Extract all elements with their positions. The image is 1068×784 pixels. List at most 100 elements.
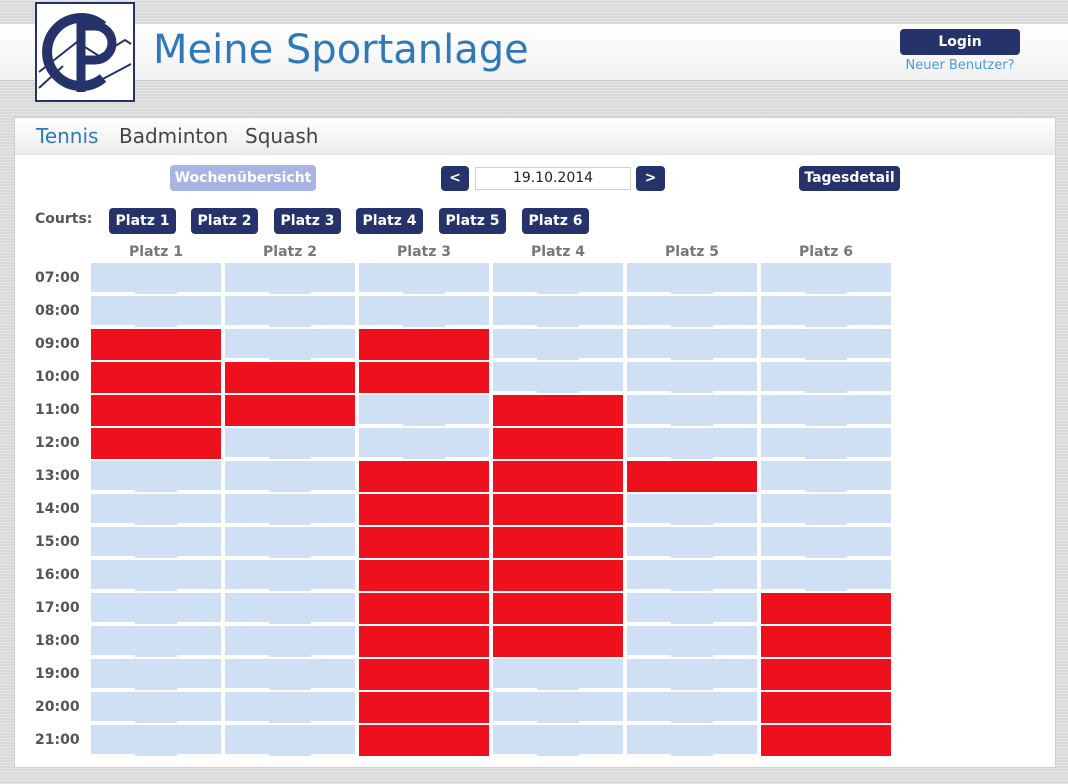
free-slot[interactable] [627, 263, 757, 294]
booked-slot[interactable] [493, 494, 623, 525]
booked-slot[interactable] [225, 395, 355, 426]
booked-slot[interactable] [359, 659, 489, 690]
booked-slot[interactable] [761, 692, 891, 723]
booked-slot[interactable] [761, 626, 891, 657]
free-slot[interactable] [225, 593, 355, 624]
free-slot[interactable] [493, 725, 623, 756]
booked-slot[interactable] [493, 395, 623, 426]
free-slot[interactable] [493, 296, 623, 327]
free-slot[interactable] [225, 527, 355, 558]
free-slot[interactable] [627, 560, 757, 591]
free-slot[interactable] [225, 461, 355, 492]
next-day-button[interactable]: > [636, 166, 665, 191]
free-slot[interactable] [493, 659, 623, 690]
booked-slot[interactable] [359, 692, 489, 723]
booked-slot[interactable] [225, 362, 355, 393]
booked-slot[interactable] [761, 659, 891, 690]
free-slot[interactable] [627, 725, 757, 756]
free-slot[interactable] [91, 296, 221, 327]
free-slot[interactable] [91, 527, 221, 558]
booked-slot[interactable] [91, 395, 221, 426]
free-slot[interactable] [761, 461, 891, 492]
free-slot[interactable] [225, 296, 355, 327]
free-slot[interactable] [91, 461, 221, 492]
booked-slot[interactable] [761, 725, 891, 756]
free-slot[interactable] [761, 428, 891, 459]
free-slot[interactable] [91, 626, 221, 657]
free-slot[interactable] [359, 263, 489, 294]
tab-tennis[interactable]: Tennis [36, 123, 98, 149]
free-slot[interactable] [225, 659, 355, 690]
free-slot[interactable] [627, 659, 757, 690]
free-slot[interactable] [761, 395, 891, 426]
free-slot[interactable] [91, 263, 221, 294]
booked-slot[interactable] [359, 329, 489, 360]
free-slot[interactable] [761, 362, 891, 393]
tab-badminton[interactable]: Badminton [119, 123, 228, 149]
booked-slot[interactable] [761, 593, 891, 624]
court-button-6[interactable]: Platz 6 [522, 208, 589, 234]
free-slot[interactable] [627, 296, 757, 327]
login-button[interactable]: Login [900, 29, 1020, 55]
booked-slot[interactable] [359, 527, 489, 558]
booked-slot[interactable] [91, 329, 221, 360]
free-slot[interactable] [359, 296, 489, 327]
free-slot[interactable] [627, 527, 757, 558]
booked-slot[interactable] [493, 593, 623, 624]
free-slot[interactable] [493, 263, 623, 294]
day-detail-button[interactable]: Tagesdetail [799, 166, 900, 191]
free-slot[interactable] [225, 428, 355, 459]
free-slot[interactable] [761, 296, 891, 327]
booked-slot[interactable] [359, 560, 489, 591]
booked-slot[interactable] [359, 725, 489, 756]
free-slot[interactable] [91, 659, 221, 690]
free-slot[interactable] [359, 395, 489, 426]
court-button-3[interactable]: Platz 3 [274, 208, 341, 234]
date-field[interactable]: 19.10.2014 [475, 167, 631, 190]
free-slot[interactable] [627, 329, 757, 360]
court-button-2[interactable]: Platz 2 [191, 208, 258, 234]
free-slot[interactable] [627, 428, 757, 459]
booked-slot[interactable] [493, 527, 623, 558]
booked-slot[interactable] [493, 461, 623, 492]
free-slot[interactable] [627, 692, 757, 723]
free-slot[interactable] [225, 560, 355, 591]
court-button-1[interactable]: Platz 1 [109, 208, 176, 234]
booked-slot[interactable] [359, 461, 489, 492]
free-slot[interactable] [761, 560, 891, 591]
logo[interactable]: CP [35, 2, 135, 102]
free-slot[interactable] [91, 725, 221, 756]
booked-slot[interactable] [359, 626, 489, 657]
free-slot[interactable] [91, 593, 221, 624]
free-slot[interactable] [225, 263, 355, 294]
free-slot[interactable] [627, 593, 757, 624]
free-slot[interactable] [493, 329, 623, 360]
tab-squash[interactable]: Squash [245, 123, 318, 149]
free-slot[interactable] [225, 494, 355, 525]
booked-slot[interactable] [493, 626, 623, 657]
booked-slot[interactable] [359, 362, 489, 393]
booked-slot[interactable] [627, 461, 757, 492]
free-slot[interactable] [493, 692, 623, 723]
free-slot[interactable] [91, 692, 221, 723]
free-slot[interactable] [627, 494, 757, 525]
booked-slot[interactable] [359, 593, 489, 624]
free-slot[interactable] [761, 329, 891, 360]
free-slot[interactable] [493, 362, 623, 393]
free-slot[interactable] [225, 329, 355, 360]
free-slot[interactable] [627, 395, 757, 426]
free-slot[interactable] [91, 494, 221, 525]
week-overview-button[interactable]: Wochenübersicht [170, 165, 316, 191]
booked-slot[interactable] [493, 428, 623, 459]
free-slot[interactable] [761, 527, 891, 558]
free-slot[interactable] [91, 560, 221, 591]
free-slot[interactable] [359, 428, 489, 459]
free-slot[interactable] [627, 362, 757, 393]
free-slot[interactable] [761, 494, 891, 525]
booked-slot[interactable] [359, 494, 489, 525]
free-slot[interactable] [761, 263, 891, 294]
free-slot[interactable] [225, 725, 355, 756]
free-slot[interactable] [627, 626, 757, 657]
court-button-4[interactable]: Platz 4 [356, 208, 423, 234]
booked-slot[interactable] [91, 362, 221, 393]
